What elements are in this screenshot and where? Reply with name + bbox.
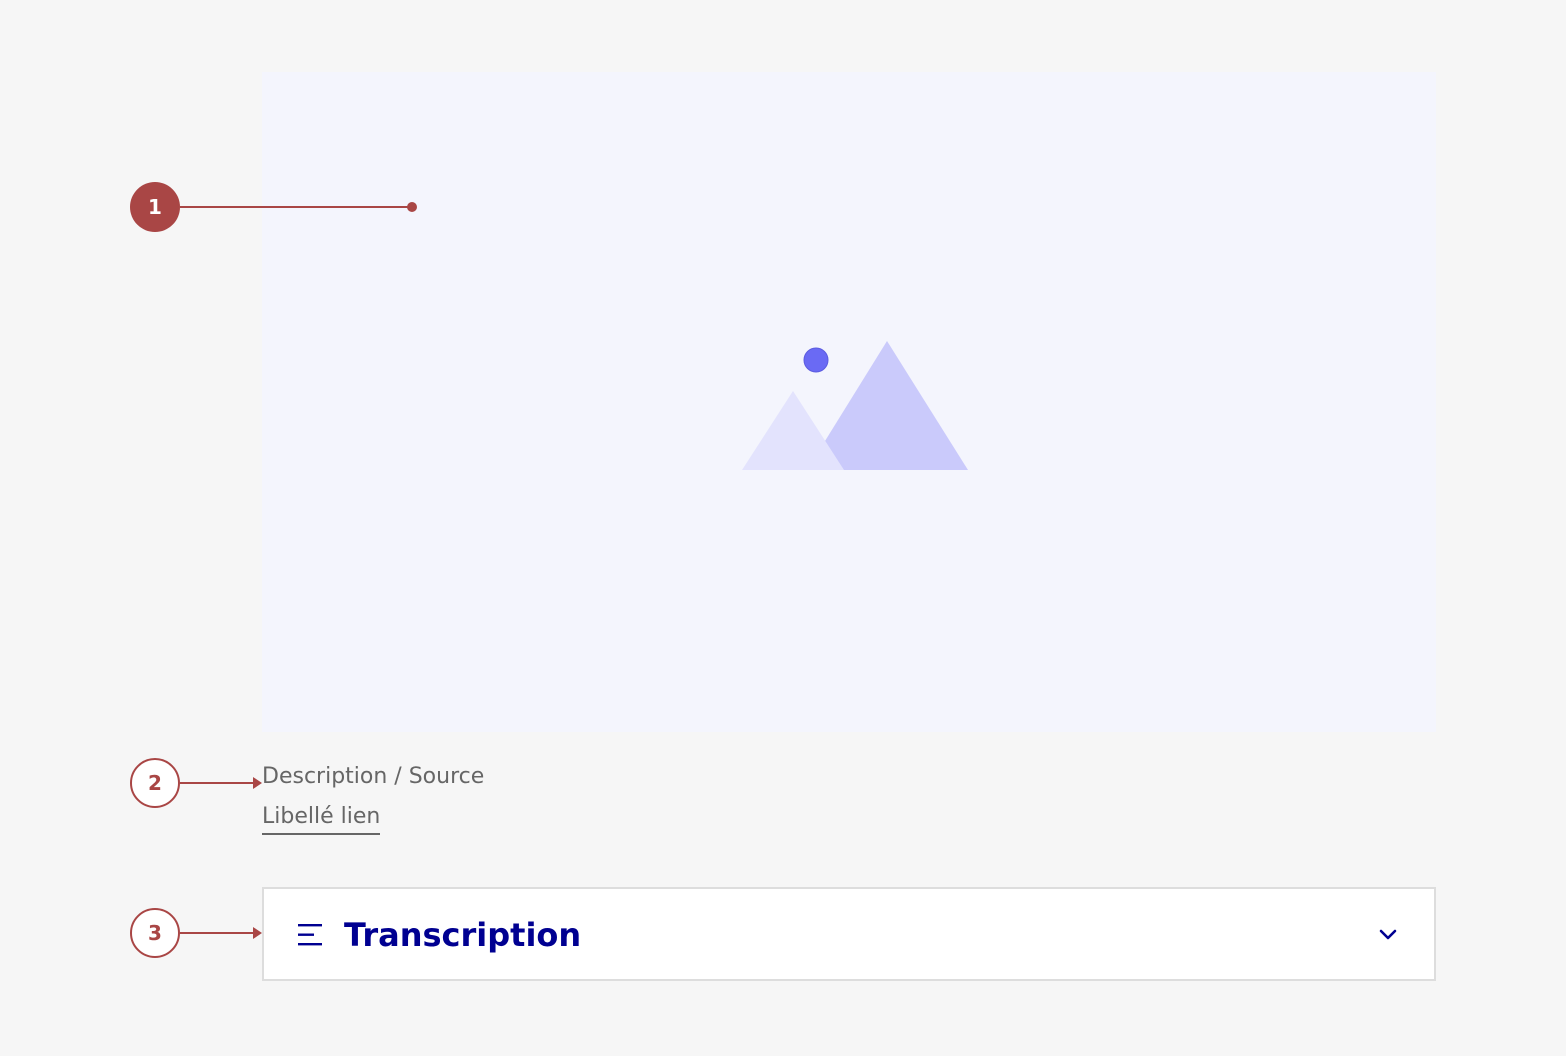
chevron-down-icon[interactable]	[1378, 927, 1398, 941]
media-caption: Description / Source	[262, 764, 485, 789]
annotation-leader-1	[180, 202, 417, 212]
transcription-title: Transcription	[344, 916, 582, 954]
media-placeholder	[262, 72, 1436, 732]
annotation-marker-3: 3	[130, 908, 180, 958]
page: 1 2 Description / Source Libellé lien 3 …	[0, 0, 1566, 1056]
annotation-marker-1: 1	[130, 182, 180, 232]
image-placeholder-icon	[742, 341, 968, 470]
leader-dot	[407, 202, 417, 212]
transcription-accordion[interactable]: Transcription	[262, 887, 1436, 981]
annotation-marker-2: 2	[130, 758, 180, 808]
mountain-back	[742, 391, 844, 470]
list-icon	[298, 924, 322, 946]
annotation-leader-2	[180, 777, 262, 789]
caption-link[interactable]: Libellé lien	[262, 804, 381, 835]
leader-arrow	[253, 777, 262, 789]
sun	[803, 347, 829, 373]
annotation-leader-3	[180, 927, 262, 939]
leader-arrow	[253, 927, 262, 939]
